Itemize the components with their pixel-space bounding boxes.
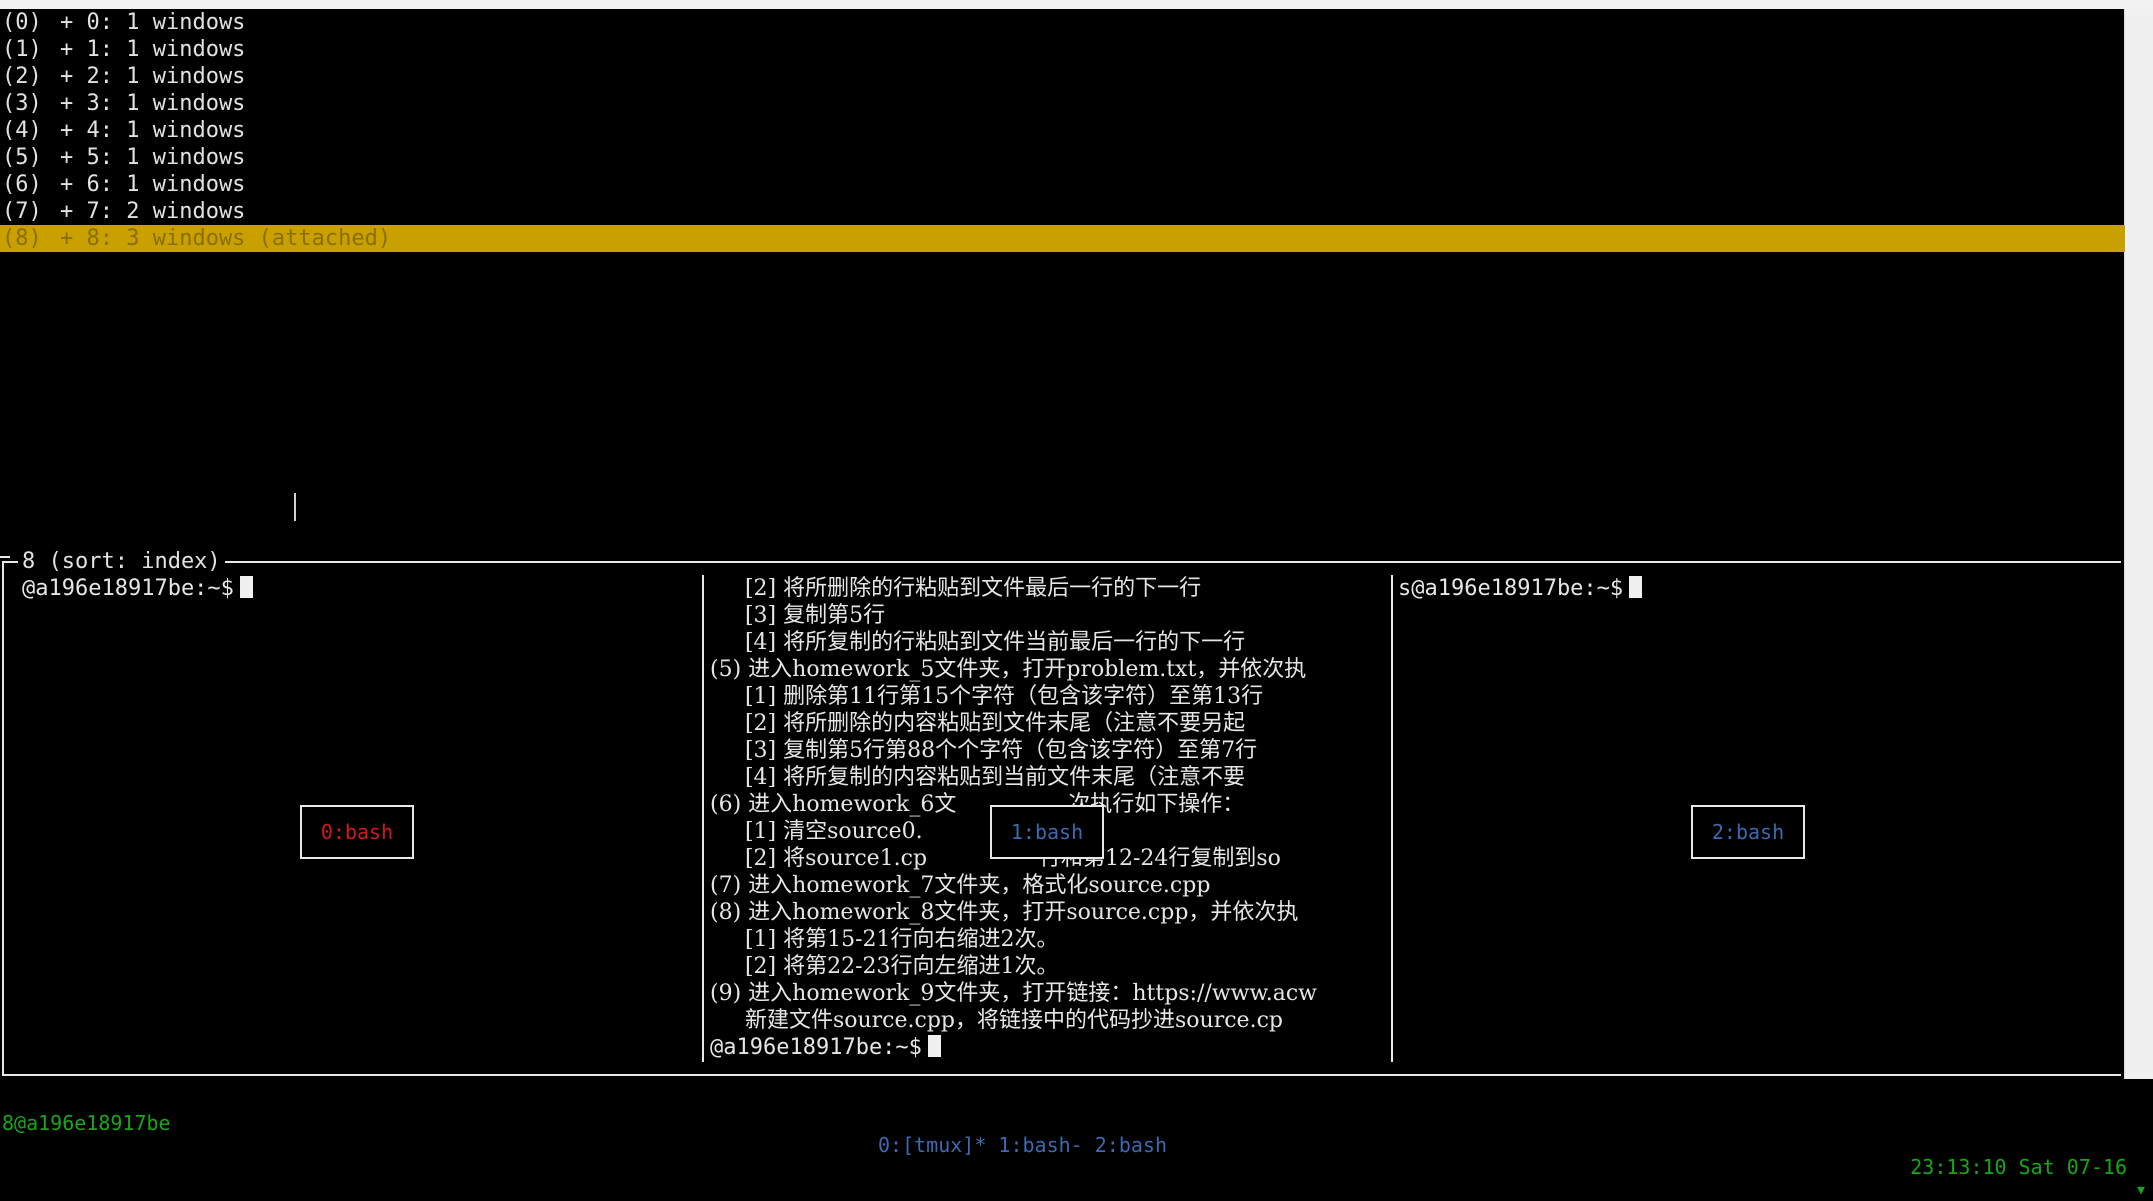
pane-divider-right <box>1391 575 1393 1062</box>
session-row-1[interactable]: (1) + 1: 1 windows <box>0 36 2125 63</box>
session-row-2[interactable]: (2) + 2: 1 windows <box>0 63 2125 90</box>
session-index: (5) <box>2 145 42 170</box>
window-label-1[interactable]: 1:bash <box>990 805 1104 859</box>
prompt-text: @a196e18917be:~$ <box>710 1035 922 1060</box>
text-caret <box>294 493 296 521</box>
window-label-0[interactable]: 0:bash <box>300 805 414 859</box>
session-row-0[interactable]: (0) + 0: 1 windows <box>0 9 2125 36</box>
output-line: (7) 进入homework_7文件夹，格式化source.cpp <box>710 873 1211 898</box>
session-row-7[interactable]: (7) + 7: 2 windows <box>0 198 2125 225</box>
prompt-text: @a196e18917be:~$ <box>22 576 234 601</box>
output-line: (8) 进入homework_8文件夹，打开source.cpp，并依次执 <box>710 900 1299 925</box>
status-session-host: 8@a196e18917be <box>2 1111 171 1135</box>
window-top-strip <box>0 0 2153 9</box>
session-index: (2) <box>2 64 42 89</box>
output-line: [4] 将所复制的内容粘贴到当前文件末尾（注意不要 <box>710 765 1246 790</box>
status-clock: 23:13:10 Sat 07-16 <box>1910 1155 2127 1179</box>
session-index: (1) <box>2 37 42 62</box>
session-label: + 8: 3 windows (attached) <box>60 226 392 251</box>
session-index: (0) <box>2 10 42 35</box>
output-line: (5) 进入homework_5文件夹，打开problem.txt，并依次执 <box>710 657 1307 682</box>
output-line: (9) 进入homework_9文件夹，打开链接：https://www.acw <box>710 981 1317 1006</box>
session-index: (3) <box>2 91 42 116</box>
session-index: (7) <box>2 199 42 224</box>
tmux-status-bar: 8@a196e18917be 0:[tmux]* 1:bash- 2:bash … <box>0 1090 2153 1200</box>
session-index: (8) <box>2 226 42 251</box>
window-label-2[interactable]: 2:bash <box>1691 805 1805 859</box>
terminal-cursor <box>239 576 253 598</box>
session-index: (6) <box>2 172 42 197</box>
session-tree-list: (0) + 0: 1 windows (1) + 1: 1 windows (2) +… <box>0 9 2125 252</box>
shell-prompt: @a196e18917be:~$ <box>710 1034 941 1061</box>
session-label: + 5: 1 windows <box>60 145 246 170</box>
terminal-cursor <box>1629 576 1643 598</box>
output-line: 新建文件source.cpp，将链接中的代码抄进source.cp <box>710 1008 1283 1033</box>
session-label: + 4: 1 windows <box>60 118 246 143</box>
session-row-8-selected[interactable]: (8) + 8: 3 windows (attached) <box>0 225 2125 252</box>
session-row-3[interactable]: (3) + 3: 1 windows <box>0 90 2125 117</box>
shell-prompt: s@a196e18917be:~$ <box>1398 575 1643 602</box>
session-label: + 2: 1 windows <box>60 64 246 89</box>
preview-title: 8 (sort: index) <box>18 549 225 575</box>
shell-prompt: @a196e18917be:~$ <box>22 575 253 602</box>
session-label: + 6: 1 windows <box>60 172 246 197</box>
scrollbar[interactable] <box>2124 9 2153 1079</box>
output-line: [1] 删除第11行第15个字符（包含该字符）至第13行 <box>710 684 1264 709</box>
session-row-5[interactable]: (5) + 5: 1 windows <box>0 144 2125 171</box>
output-line: [4] 将所复制的行粘贴到文件当前最后一行的下一行 <box>710 630 1246 655</box>
terminal-cursor <box>927 1035 941 1057</box>
session-label: + 0: 1 windows <box>60 10 246 35</box>
chevron-down-icon: ▾ <box>2134 1177 2147 1201</box>
session-row-6[interactable]: (6) + 6: 1 windows <box>0 171 2125 198</box>
output-line: [2] 将所删除的内容粘贴到文件末尾（注意不要另起 <box>710 711 1246 736</box>
preview-frame-corner <box>0 556 10 558</box>
output-line: [3] 复制第5行 <box>710 603 886 628</box>
output-line: [1] 将第15-21行向右缩进2次。 <box>710 927 1059 952</box>
pane-divider-left <box>702 575 704 1062</box>
session-row-4[interactable]: (4) + 4: 1 windows <box>0 117 2125 144</box>
prompt-text: s@a196e18917be:~$ <box>1398 576 1624 601</box>
output-line: [3] 复制第5行第88个个字符（包含该字符）至第7行 <box>710 738 1258 763</box>
output-line: [2] 将所删除的行粘贴到文件最后一行的下一行 <box>710 576 1202 601</box>
session-label: + 1: 1 windows <box>60 37 246 62</box>
status-window-list[interactable]: 0:[tmux]* 1:bash- 2:bash <box>878 1134 1167 1156</box>
session-label: + 3: 1 windows <box>60 91 246 116</box>
session-index: (4) <box>2 118 42 143</box>
output-line: [2] 将第22-23行向左缩进1次。 <box>710 954 1059 979</box>
session-label: + 7: 2 windows <box>60 199 246 224</box>
